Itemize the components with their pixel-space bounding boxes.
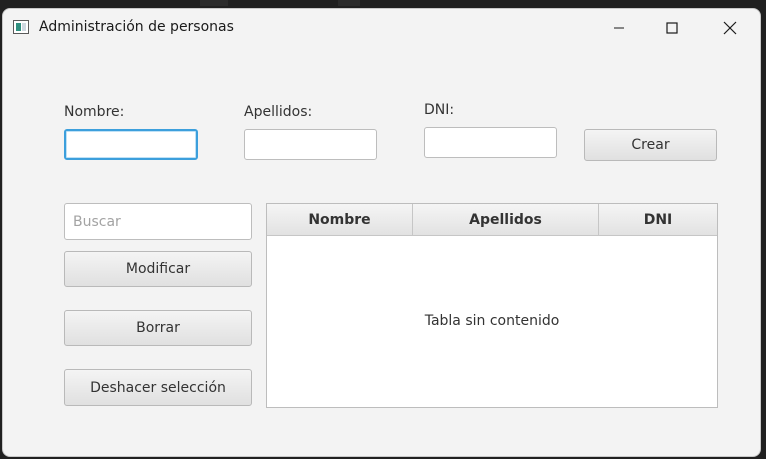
column-header-nombre[interactable]: Nombre xyxy=(267,204,413,235)
column-header-apellidos[interactable]: Apellidos xyxy=(413,204,599,235)
app-window-icon xyxy=(13,20,29,34)
search-input[interactable] xyxy=(64,203,252,240)
deshacer-seleccion-button[interactable]: Deshacer selección xyxy=(64,369,252,406)
column-header-dni[interactable]: DNI xyxy=(599,204,717,235)
borrar-button[interactable]: Borrar xyxy=(64,310,252,346)
background-artifact xyxy=(200,0,228,6)
close-icon xyxy=(723,21,737,35)
maximize-icon xyxy=(666,22,678,34)
window-title: Administración de personas xyxy=(39,19,234,35)
app-window: Administración de personas Nombre: Apell… xyxy=(2,8,761,457)
background-artifact xyxy=(338,0,360,6)
minimize-icon xyxy=(614,27,624,29)
table-header: Nombre Apellidos DNI xyxy=(267,204,717,236)
apellidos-field[interactable] xyxy=(244,129,377,160)
modificar-button[interactable]: Modificar xyxy=(64,251,252,287)
dni-field[interactable] xyxy=(424,127,557,158)
maximize-button[interactable] xyxy=(649,9,695,47)
dni-label: DNI: xyxy=(424,102,455,118)
crear-button[interactable]: Crear xyxy=(584,129,717,161)
apellidos-label: Apellidos: xyxy=(244,104,313,120)
close-button[interactable] xyxy=(707,9,753,47)
minimize-button[interactable] xyxy=(596,9,642,47)
title-bar[interactable]: Administración de personas xyxy=(3,9,760,47)
personas-table[interactable]: Nombre Apellidos DNI Tabla sin contenido xyxy=(266,203,718,408)
nombre-label: Nombre: xyxy=(64,104,125,120)
nombre-field[interactable] xyxy=(64,129,198,160)
table-empty-placeholder: Tabla sin contenido xyxy=(424,313,560,329)
